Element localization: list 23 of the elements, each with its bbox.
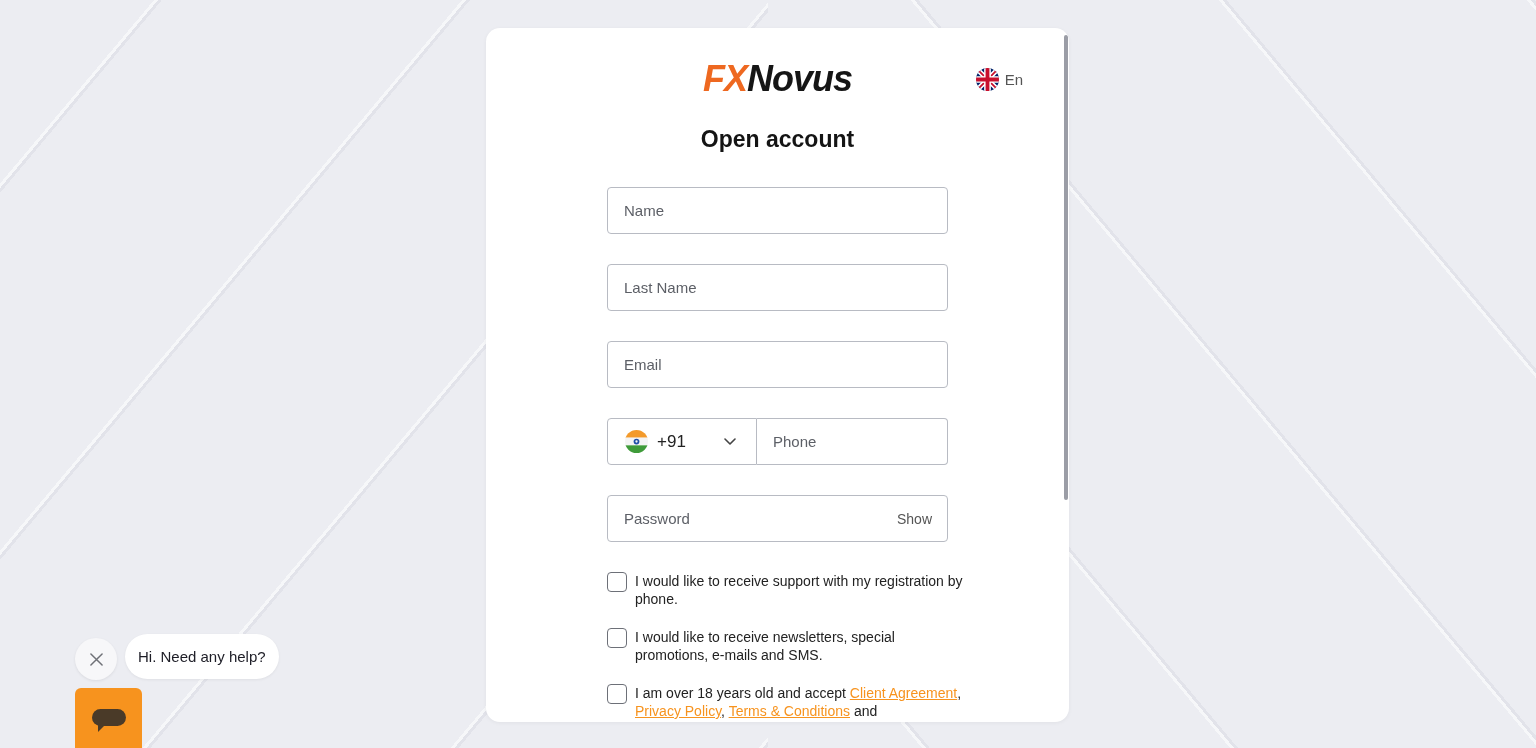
chat-bubble-icon [91, 709, 126, 732]
close-icon [89, 652, 103, 666]
uk-flag-icon [975, 67, 999, 91]
india-flag-icon [625, 430, 648, 453]
checkbox[interactable] [607, 684, 627, 704]
phone-field[interactable]: Phone [757, 418, 948, 465]
text-field[interactable]: Email [607, 341, 948, 388]
text-field[interactable]: Last Name [607, 264, 948, 311]
text-field[interactable]: Name [607, 187, 948, 234]
chat-button[interactable] [75, 688, 142, 748]
consent-text: I would like to receive newsletters, special promotions, e-mails and SMS. [635, 628, 896, 664]
brand-logo[interactable]: FXNovus [702, 61, 852, 97]
country-code-select[interactable]: +91 [607, 418, 757, 465]
consent-text: I would like to receive support with my registration by phone. [635, 572, 964, 608]
scrollbar-thumb[interactable] [1064, 35, 1068, 500]
checkbox[interactable] [607, 572, 627, 592]
checkbox[interactable] [607, 628, 627, 648]
show-password-button[interactable]: Show [896, 510, 932, 527]
language-selector[interactable]: En [975, 67, 1023, 91]
form-title: Open account [700, 125, 855, 154]
chevron-down-icon [724, 438, 736, 445]
chat-greeting: Hi. Need any help? [125, 634, 279, 679]
consent-text: I am over 18 years old and accept Client Agreement, Privacy Policy, Terms & Conditions and [635, 684, 963, 720]
